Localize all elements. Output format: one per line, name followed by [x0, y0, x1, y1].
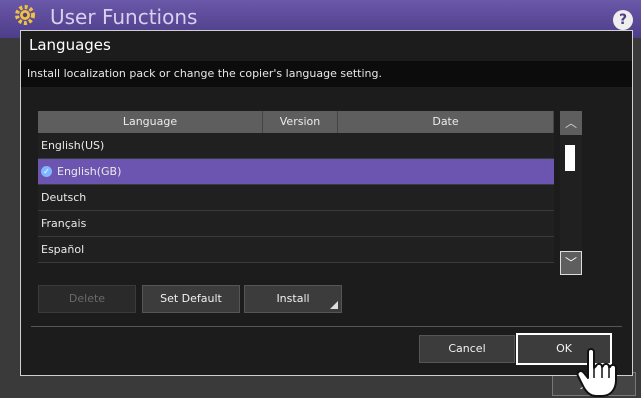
chevron-down-icon[interactable]: ﹀ — [560, 251, 582, 275]
table-row[interactable]: Deutsch — [38, 185, 554, 211]
language-name: English(US) — [41, 138, 105, 152]
version-cell — [263, 237, 338, 262]
instruction-text: Install localization pack or change the … — [21, 61, 632, 87]
date-cell — [338, 211, 554, 236]
delete-button[interactable]: Delete — [38, 285, 136, 313]
table-row[interactable]: English(US) — [38, 133, 554, 159]
language-name: Deutsch — [41, 190, 87, 204]
version-cell — [263, 159, 338, 184]
chevron-up-icon[interactable]: ︿ — [560, 111, 582, 135]
languages-dialog: Languages Install localization pack or c… — [20, 30, 633, 376]
language-name: English(GB) — [57, 164, 122, 178]
language-name: Français — [41, 216, 87, 230]
set-default-button[interactable]: Set Default — [142, 285, 240, 313]
check-circle-icon: ✓ — [41, 166, 52, 177]
cancel-button[interactable]: Cancel — [419, 335, 515, 363]
table-scrollbar[interactable]: ︿ ﹀ — [560, 111, 582, 275]
date-cell — [338, 185, 554, 210]
install-button[interactable]: Install — [244, 285, 342, 313]
gear-icon — [15, 5, 35, 25]
divider — [31, 326, 622, 327]
language-name: Español — [41, 242, 85, 256]
app-title: User Functions — [50, 5, 198, 29]
table-row[interactable]: Français — [38, 211, 554, 237]
language-table: Language Version Date English(US) ✓ Engl… — [38, 111, 554, 263]
version-cell — [263, 211, 338, 236]
hand-pointer-icon — [576, 348, 617, 397]
help-icon[interactable]: ? — [613, 10, 633, 30]
dialog-title: Languages — [29, 36, 111, 54]
date-cell — [338, 133, 554, 158]
date-cell — [338, 159, 554, 184]
date-cell — [338, 237, 554, 262]
scroll-thumb[interactable] — [565, 145, 575, 171]
table-row[interactable]: Español — [38, 237, 554, 263]
table-row[interactable]: ✓ English(GB) — [38, 159, 554, 185]
header-version: Version — [263, 111, 338, 133]
header-language: Language — [38, 111, 263, 133]
header-date: Date — [338, 111, 554, 133]
install-button-label: Install — [276, 292, 310, 305]
version-cell — [263, 185, 338, 210]
table-header: Language Version Date — [38, 111, 554, 133]
submenu-indicator-icon — [330, 301, 338, 309]
version-cell — [263, 133, 338, 158]
